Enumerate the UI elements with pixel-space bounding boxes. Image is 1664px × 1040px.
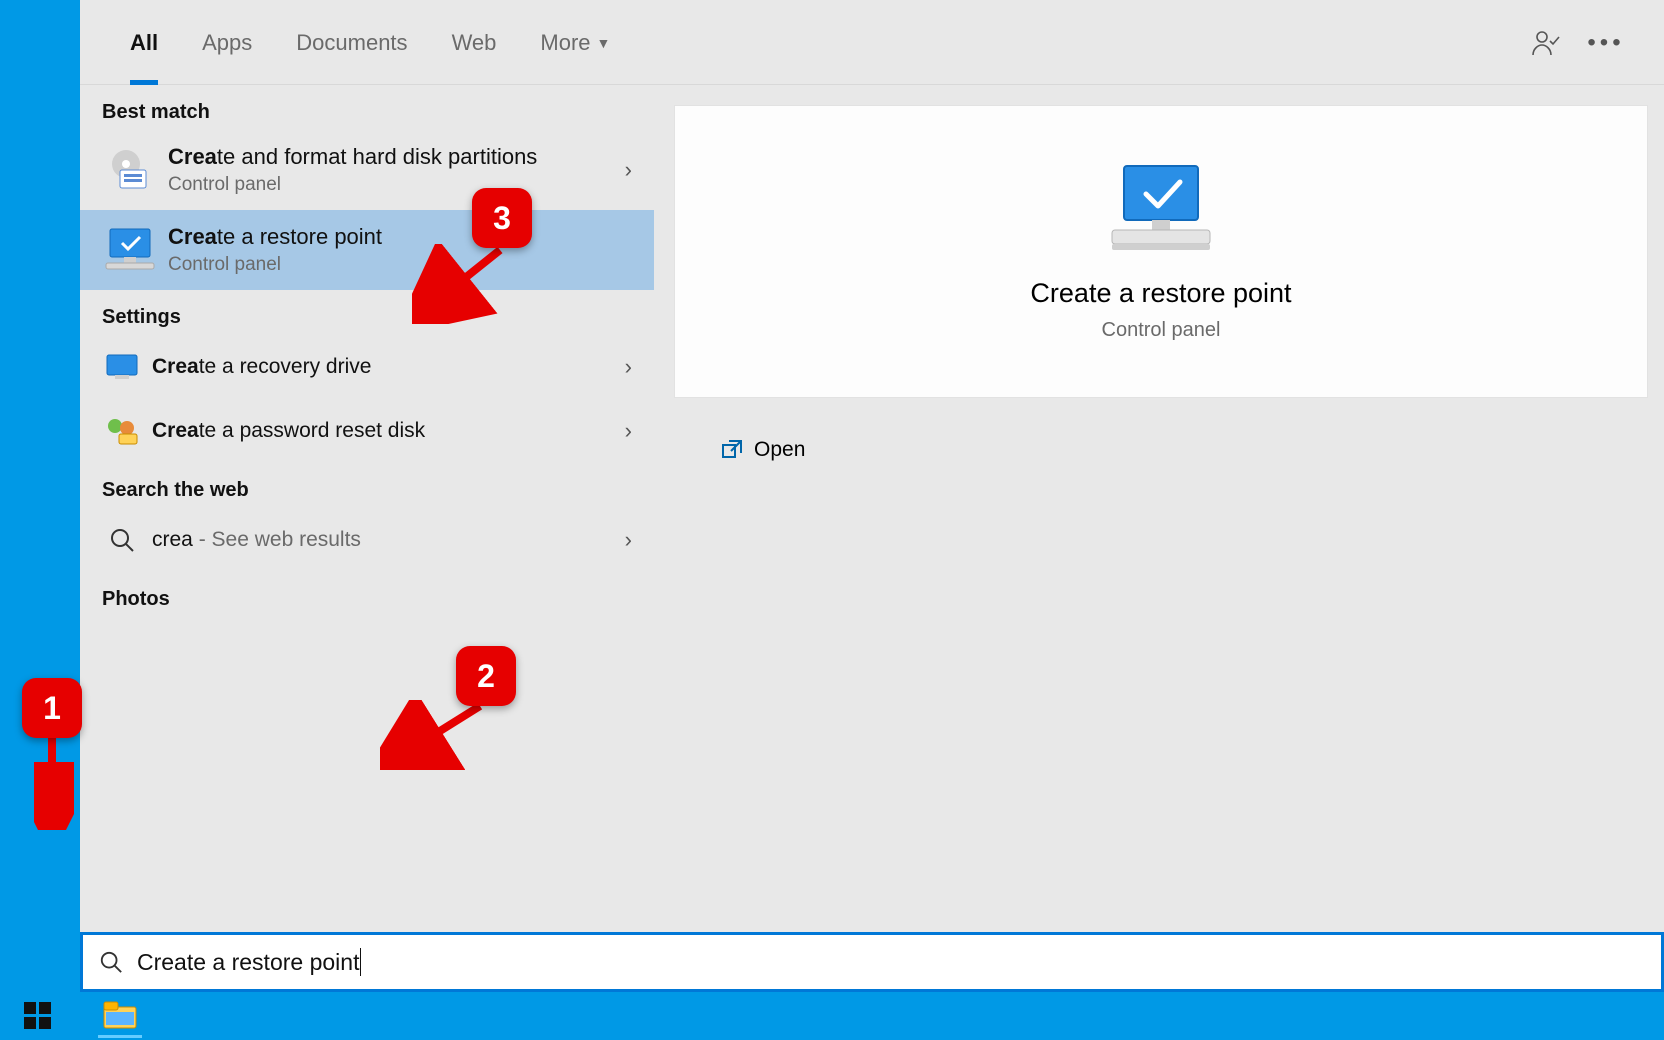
search-tabs: All Apps Documents Web More ▼ ••• — [80, 1, 1664, 85]
tab-more[interactable]: More ▼ — [518, 1, 632, 85]
match-bold: Crea — [152, 355, 199, 378]
file-explorer-taskbar-button[interactable] — [98, 994, 142, 1038]
web-suffix: - See web results — [193, 528, 361, 551]
chevron-right-icon: › — [615, 354, 632, 380]
result-create-format-disk[interactable]: Create and format hard disk partitions C… — [80, 130, 654, 210]
chevron-right-icon: › — [615, 527, 632, 553]
tab-web[interactable]: Web — [430, 1, 519, 85]
match-rest: te a password reset disk — [199, 419, 425, 442]
result-create-restore-point[interactable]: Create a restore point Control panel — [80, 210, 654, 290]
chevron-down-icon: ▼ — [597, 35, 611, 51]
section-photos: Photos — [80, 572, 654, 617]
person-check-icon — [1531, 28, 1561, 58]
detail-title: Create a restore point — [1030, 278, 1291, 309]
ellipsis-icon: ••• — [1587, 29, 1624, 57]
action-open[interactable]: Open — [710, 422, 1648, 478]
match-bold: Crea — [152, 419, 199, 442]
result-create-recovery-drive[interactable]: Create a recovery drive › — [80, 335, 654, 399]
search-input[interactable]: Create a restore point — [80, 932, 1664, 992]
match-rest: te a recovery drive — [199, 355, 372, 378]
search-icon — [102, 520, 142, 560]
search-flyout: All Apps Documents Web More ▼ ••• Best m… — [80, 0, 1664, 992]
windows-logo-icon — [24, 1002, 52, 1030]
password-reset-icon — [102, 411, 142, 451]
more-options-button[interactable]: ••• — [1576, 13, 1636, 73]
detail-pane: Create a restore point Control panel Ope… — [654, 85, 1664, 932]
match-rest: te a restore point — [217, 224, 382, 249]
results-pane: Best match Create and format hard disk p… — [80, 85, 654, 932]
tab-apps[interactable]: Apps — [180, 1, 274, 85]
section-search-web: Search the web — [80, 463, 654, 508]
web-query: crea — [152, 528, 193, 551]
tab-more-label: More — [540, 30, 590, 56]
account-button[interactable] — [1516, 13, 1576, 73]
result-subtitle: Control panel — [168, 254, 632, 276]
result-create-password-reset-disk[interactable]: Create a password reset disk › — [80, 399, 654, 463]
result-subtitle: Control panel — [168, 174, 615, 196]
disk-partitions-icon — [102, 142, 158, 198]
annotation-callout-2: 2 — [456, 646, 516, 706]
match-bold: Crea — [168, 144, 217, 169]
annotation-callout-3: 3 — [472, 188, 532, 248]
tab-all[interactable]: All — [108, 1, 180, 85]
action-open-label: Open — [754, 438, 805, 462]
tab-documents[interactable]: Documents — [274, 1, 429, 85]
detail-subtitle: Control panel — [1102, 319, 1221, 342]
start-button[interactable] — [20, 998, 56, 1034]
section-settings: Settings — [80, 290, 654, 335]
text-cursor — [360, 948, 361, 976]
match-bold: Crea — [168, 224, 217, 249]
desktop-background — [0, 0, 80, 1040]
recovery-drive-icon — [102, 347, 142, 387]
search-input-value: Create a restore point — [137, 949, 359, 976]
annotation-callout-1: 1 — [22, 678, 82, 738]
chevron-right-icon: › — [615, 418, 632, 444]
taskbar — [0, 992, 1664, 1040]
chevron-right-icon: › — [615, 157, 632, 183]
result-web-search[interactable]: crea - See web results › — [80, 508, 654, 572]
open-icon — [710, 438, 754, 462]
section-best-match: Best match — [80, 85, 654, 130]
detail-card: Create a restore point Control panel — [674, 105, 1648, 398]
match-rest: te and format hard disk partitions — [217, 144, 537, 169]
search-icon — [99, 950, 123, 974]
file-explorer-icon — [103, 1001, 137, 1029]
restore-point-large-icon — [1106, 162, 1216, 258]
restore-point-icon — [102, 222, 158, 278]
